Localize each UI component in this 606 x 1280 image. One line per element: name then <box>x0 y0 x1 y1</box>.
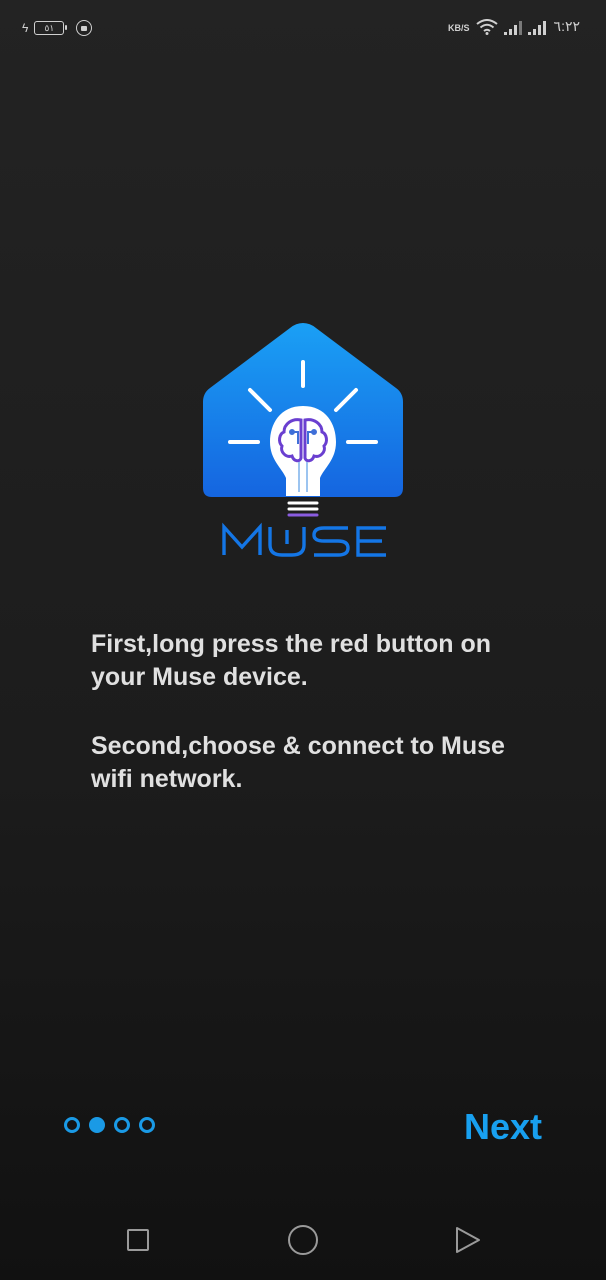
muse-logo <box>203 323 403 557</box>
circle-icon[interactable] <box>288 1225 318 1255</box>
signal-icon <box>503 21 522 35</box>
battery-level: ٥١ <box>44 22 55 33</box>
instruction-step-2: Second,choose & connect to Muse wifi net… <box>91 732 505 793</box>
network-speed: KB/S <box>448 23 470 33</box>
status-bar: ϟ ٥١ KB/S ٦:٢٢ <box>0 0 606 60</box>
signal-icon-2 <box>527 21 546 35</box>
instruction-step-1: First,long press the red button on your … <box>91 630 491 691</box>
rotation-lock-icon <box>76 20 93 36</box>
page-dot-2 <box>89 1117 105 1133</box>
instructions: First,long press the red button on your … <box>91 628 551 796</box>
status-left: ϟ ٥١ <box>22 20 93 36</box>
page-dot-1 <box>64 1117 80 1133</box>
charging-icon: ϟ <box>22 21 29 35</box>
clock: ٦:٢٢ <box>553 18 580 34</box>
system-navigation-bar <box>0 1200 606 1280</box>
triangle-icon[interactable] <box>454 1226 482 1254</box>
wifi-icon <box>475 19 498 35</box>
status-right: KB/S ٦:٢٢ <box>448 18 580 35</box>
page-dot-4 <box>139 1117 155 1133</box>
square-icon[interactable] <box>127 1229 149 1251</box>
page-indicator <box>64 1117 155 1133</box>
battery-icon: ٥١ <box>34 21 68 35</box>
page-dot-3 <box>114 1117 130 1133</box>
next-button[interactable]: Next <box>464 1106 542 1148</box>
